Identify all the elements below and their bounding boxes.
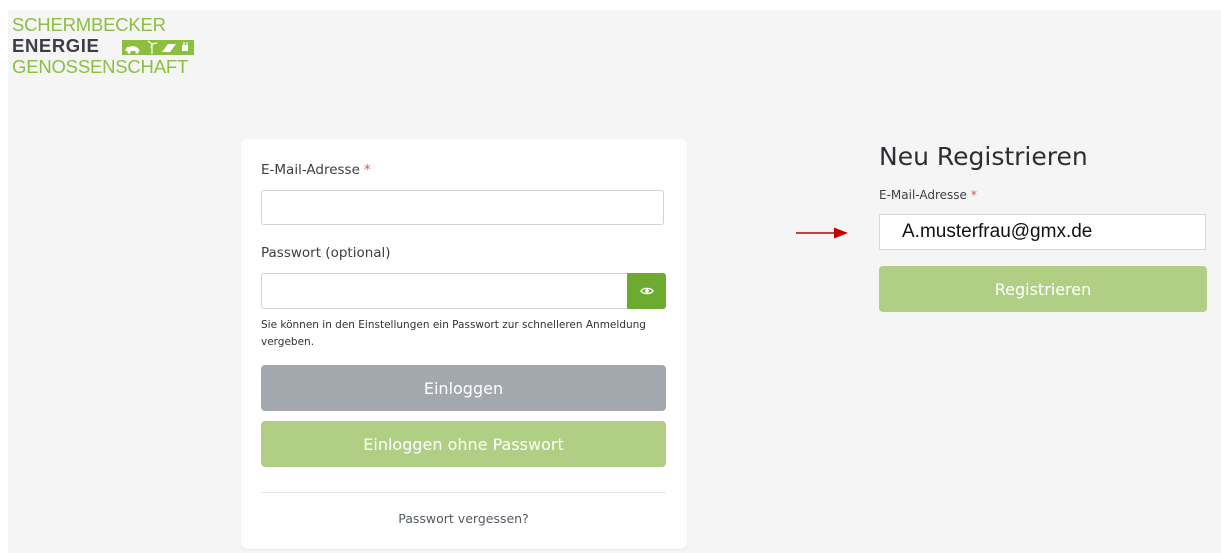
arrow-right-icon [796, 227, 848, 239]
required-marker: * [363, 162, 371, 178]
email-label-text: E-Mail-Adresse [261, 162, 360, 178]
email-input[interactable] [261, 190, 664, 225]
required-marker: * [970, 188, 977, 202]
password-label: Passwort (optional) [261, 245, 391, 261]
company-logo[interactable]: SCHERMBECKER ENERGIE GENOSSENSCHAFT [10, 14, 200, 80]
register-email-label-text: E-Mail-Adresse [879, 188, 967, 202]
login-card: E-Mail-Adresse * Passwort (optional) Sie … [241, 139, 687, 549]
login-button[interactable]: Einloggen [261, 365, 666, 411]
password-group [261, 273, 666, 309]
email-label: E-Mail-Adresse * [261, 162, 371, 178]
show-password-button[interactable] [627, 273, 666, 309]
login-without-password-button[interactable]: Einloggen ohne Passwort [261, 421, 666, 467]
eye-icon [639, 287, 654, 295]
logo-line-3: GENOSSENSCHAFT [12, 56, 189, 77]
register-email-input[interactable] [879, 214, 1206, 250]
register-email-label: E-Mail-Adresse * [879, 188, 977, 202]
password-hint: Sie können in den Einstellungen ein Pass… [261, 319, 646, 348]
register-button[interactable]: Registrieren [879, 266, 1207, 312]
divider [261, 492, 666, 493]
forgot-password-link[interactable]: Passwort vergessen? [261, 511, 666, 526]
energy-icons-mark [122, 40, 194, 55]
register-title: Neu Registrieren [879, 142, 1088, 171]
logo-line-1: SCHERMBECKER [12, 14, 166, 35]
password-input[interactable] [261, 273, 627, 309]
logo-line-2: ENERGIE [12, 35, 100, 56]
